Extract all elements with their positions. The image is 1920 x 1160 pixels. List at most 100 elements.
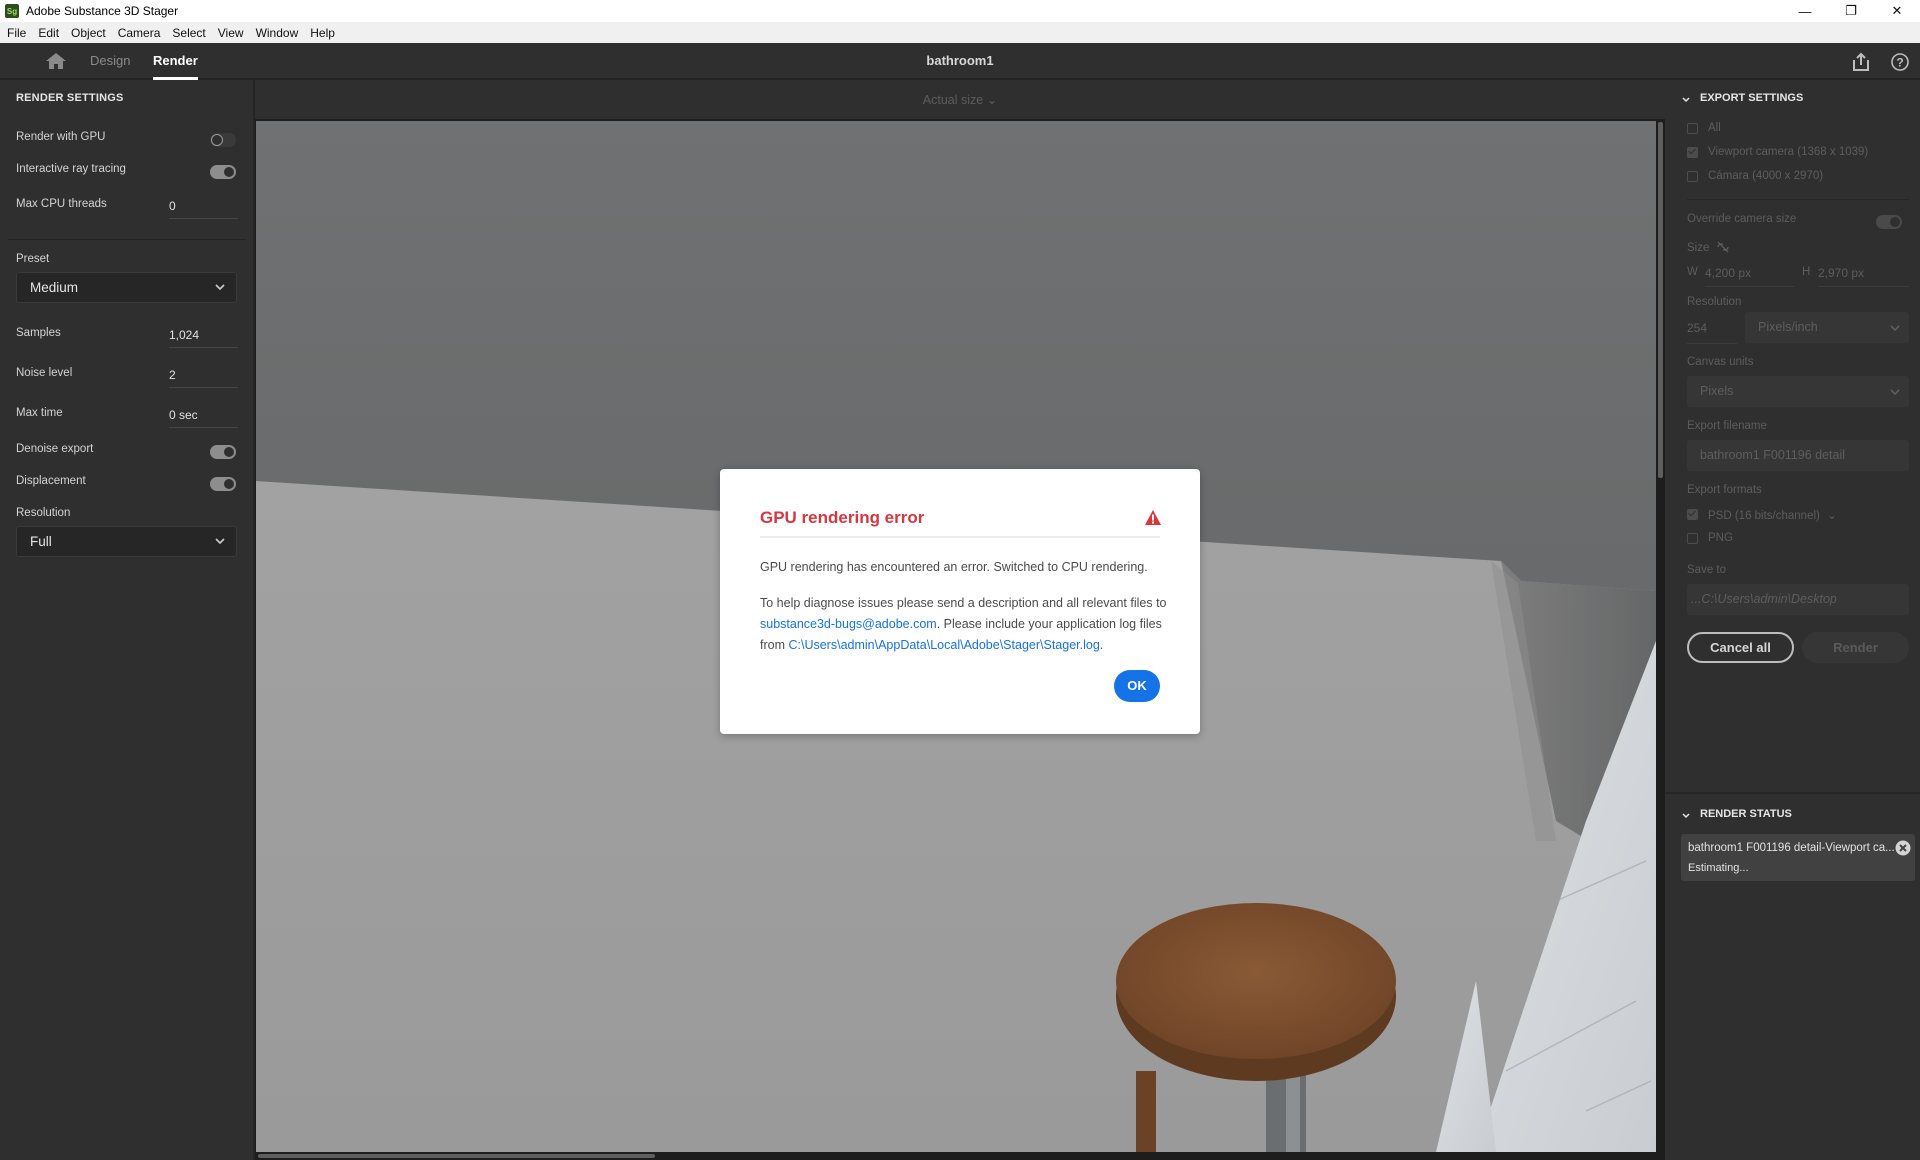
resolution-underline <box>1687 343 1737 344</box>
close-window-button[interactable]: ✕ <box>1874 0 1920 22</box>
tab-design[interactable]: Design <box>90 43 130 78</box>
vertical-scrollbar[interactable] <box>1658 122 1663 478</box>
render-button[interactable]: Render <box>1802 632 1909 663</box>
collapse-chevron-icon[interactable] <box>1681 811 1691 821</box>
noise-level-label: Noise level <box>16 367 73 379</box>
section-divider <box>1687 199 1909 200</box>
section-divider <box>1665 792 1920 794</box>
camera-camara-checkbox[interactable] <box>1687 171 1698 182</box>
format-psd-checkbox[interactable] <box>1687 509 1698 520</box>
menu-file[interactable]: File <box>0 26 32 40</box>
resolution-unit-dropdown[interactable]: Pixels/inch <box>1745 312 1909 343</box>
help-icon[interactable]: ? <box>1890 52 1910 72</box>
canvas-units-value: Pixels <box>1700 384 1734 398</box>
window-controls: — ❐ ✕ <box>1782 0 1920 22</box>
menu-help[interactable]: Help <box>304 26 341 40</box>
interactive-ray-tracing-label: Interactive ray tracing <box>16 163 126 175</box>
home-icon[interactable] <box>46 53 66 69</box>
max-time-input[interactable]: 0 sec <box>169 408 238 428</box>
resolution-label: Resolution <box>16 507 71 519</box>
render-with-gpu-toggle[interactable] <box>210 133 236 147</box>
override-camera-size-label: Override camera size <box>1687 213 1797 225</box>
chevron-down-icon <box>215 284 225 291</box>
menu-camera[interactable]: Camera <box>112 26 167 40</box>
dialog-help-text: To help diagnose issues please send a de… <box>760 593 1170 656</box>
unlink-icon[interactable] <box>1716 240 1730 254</box>
max-time-label: Max time <box>16 407 63 419</box>
max-cpu-threads-input[interactable]: 0 <box>169 199 238 219</box>
viewport-toolbar: Actual size ⌄ <box>255 80 1665 120</box>
menu-edit[interactable]: Edit <box>32 26 65 40</box>
format-psd-text: PSD (16 bits/channel) <box>1708 510 1820 522</box>
help-text-part: . <box>1099 638 1104 652</box>
menu-view[interactable]: View <box>212 26 250 40</box>
restore-button[interactable]: ❐ <box>1828 0 1874 22</box>
document-title: bathroom1 <box>926 53 994 68</box>
dialog-divider <box>760 536 1160 538</box>
camera-all-checkbox[interactable] <box>1687 123 1698 134</box>
support-email-link[interactable]: substance3d-bugs@adobe.com <box>760 617 937 631</box>
ok-button[interactable]: OK <box>1114 670 1160 702</box>
render-job-name: bathroom1 F001196 detail-Viewport ca... <box>1688 842 1895 854</box>
canvas-units-label: Canvas units <box>1687 356 1754 368</box>
save-to-input[interactable]: ...C:\Users\admin\Desktop <box>1687 584 1909 615</box>
render-settings-title: RENDER SETTINGS <box>16 92 124 104</box>
format-png-checkbox[interactable] <box>1687 533 1698 544</box>
height-input[interactable]: 2,970 px <box>1818 266 1864 280</box>
denoise-export-toggle[interactable] <box>210 445 236 459</box>
render-status-title: RENDER STATUS <box>1700 808 1792 820</box>
export-filename-input[interactable]: bathroom1 F001196 detail <box>1687 440 1909 471</box>
interactive-ray-tracing-toggle[interactable] <box>210 165 236 179</box>
render-settings-panel: RENDER SETTINGS Render with GPU Interact… <box>0 80 255 1160</box>
dialog-title: GPU rendering error <box>760 508 925 527</box>
horizontal-scrollbar[interactable] <box>258 1154 655 1158</box>
max-cpu-threads-label: Max CPU threads <box>16 198 107 210</box>
displacement-toggle[interactable] <box>210 477 236 491</box>
menu-object[interactable]: Object <box>65 26 112 40</box>
zoom-level-label: Actual size <box>922 93 984 107</box>
menu-bar: File Edit Object Camera Select View Wind… <box>0 22 1920 43</box>
samples-input[interactable]: 1,024 <box>169 328 238 348</box>
chevron-down-icon <box>215 538 225 545</box>
zoom-level-dropdown[interactable]: Actual size ⌄ <box>255 92 1665 107</box>
displacement-label: Displacement <box>16 475 86 487</box>
size-label: Size <box>1687 242 1710 254</box>
width-underline <box>1705 286 1794 287</box>
cancel-all-button[interactable]: Cancel all <box>1687 632 1794 663</box>
dialog-message: GPU rendering has encountered an error. … <box>760 560 1148 574</box>
menu-window[interactable]: Window <box>250 26 305 40</box>
svg-text:?: ? <box>1896 56 1903 70</box>
camera-viewport-label: Viewport camera (1368 x 1039) <box>1708 146 1869 158</box>
chevron-down-icon[interactable]: ⌄ <box>1827 510 1837 522</box>
preset-label: Preset <box>16 253 50 265</box>
tab-render[interactable]: Render <box>153 43 198 80</box>
camera-viewport-checkbox[interactable] <box>1687 147 1698 158</box>
width-prefix: W <box>1687 266 1698 278</box>
resolution-label: Resolution <box>1687 296 1742 308</box>
app-logo-icon: Sg <box>5 4 19 18</box>
resolution-input[interactable]: 254 <box>1687 321 1707 335</box>
help-text-part: To help diagnose issues please send a de… <box>760 596 1167 610</box>
share-icon[interactable] <box>1851 52 1871 72</box>
resolution-dropdown[interactable]: Full <box>16 526 237 557</box>
collapse-chevron-icon[interactable] <box>1681 95 1691 105</box>
menu-select[interactable]: Select <box>166 26 211 40</box>
width-input[interactable]: 4,200 px <box>1705 266 1751 280</box>
chevron-down-icon <box>1890 389 1900 396</box>
minimize-button[interactable]: — <box>1782 0 1828 22</box>
log-path-link[interactable]: C:\Users\admin\AppData\Local\Adobe\Stage… <box>788 638 1099 652</box>
format-psd-label[interactable]: PSD (16 bits/channel) ⌄ <box>1708 508 1837 522</box>
preset-dropdown[interactable]: Medium <box>16 272 237 303</box>
noise-level-input[interactable]: 2 <box>169 368 238 388</box>
cancel-job-icon[interactable] <box>1895 840 1911 856</box>
export-settings-panel: EXPORT SETTINGS All Viewport camera (136… <box>1665 80 1920 1160</box>
camera-all-label: All <box>1708 122 1721 134</box>
export-formats-label: Export formats <box>1687 484 1762 496</box>
export-settings-title: EXPORT SETTINGS <box>1700 92 1804 104</box>
window-titlebar: Sg Adobe Substance 3D Stager — ❐ ✕ <box>0 0 1920 22</box>
resolution-unit-value: Pixels/inch <box>1758 320 1818 334</box>
render-job-status: Estimating... <box>1688 862 1749 874</box>
override-camera-size-toggle[interactable] <box>1876 215 1902 229</box>
canvas-units-dropdown[interactable]: Pixels <box>1687 376 1909 407</box>
samples-label: Samples <box>16 327 61 339</box>
